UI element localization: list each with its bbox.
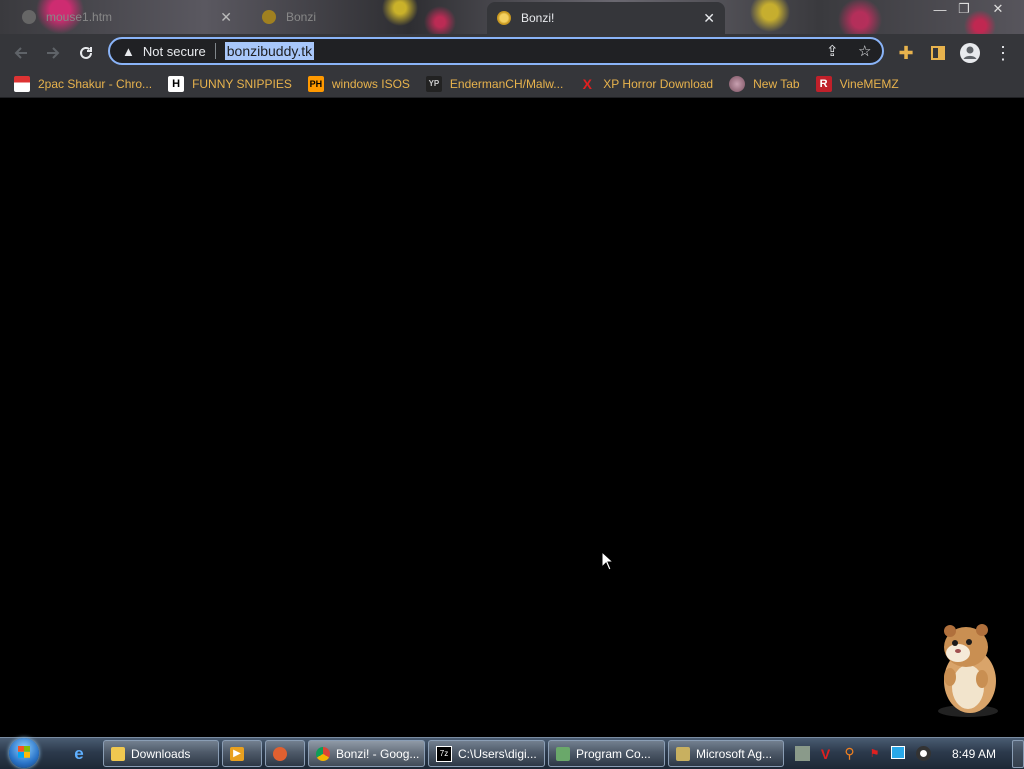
browser-toolbar: ▲ Not secure bonzibuddy.tk ⇪ ☆ ✚ ⋮ bbox=[0, 34, 1024, 70]
task-app[interactable] bbox=[265, 740, 305, 767]
reload-icon bbox=[80, 46, 92, 59]
bookmarks-bar: 2pac Shakur - Chro... H FUNNY SNIPPIES P… bbox=[0, 70, 1024, 98]
internet-explorer-icon[interactable]: e bbox=[70, 744, 88, 763]
bookmark-vinememz[interactable]: R VineMEMZ bbox=[815, 75, 899, 92]
avatar-icon bbox=[960, 43, 980, 63]
volume-icon[interactable] bbox=[916, 746, 931, 761]
task-downloads[interactable]: Downloads bbox=[103, 740, 219, 767]
media-player-icon: ▶ bbox=[230, 746, 244, 761]
task-label: Program Co... bbox=[576, 746, 651, 761]
tab-title: mouse1.htm bbox=[46, 10, 113, 24]
url-text[interactable]: bonzibuddy.tk bbox=[224, 42, 315, 60]
show-desktop-button[interactable] bbox=[1012, 740, 1024, 768]
folder-icon bbox=[111, 746, 125, 761]
arrow-left-icon bbox=[14, 47, 27, 59]
chrome-icon bbox=[316, 746, 330, 761]
bookmark-label: 2pac Shakur - Chro... bbox=[38, 76, 153, 91]
side-panel-button[interactable] bbox=[925, 40, 951, 66]
profile-button[interactable] bbox=[957, 40, 983, 66]
task-media-player[interactable]: ▶ bbox=[222, 740, 262, 767]
bookmark-label: EndermanCH/Malw... bbox=[449, 76, 564, 91]
tab-mouse1[interactable]: mouse1.htm ✕ bbox=[12, 3, 242, 31]
tab-close-icon[interactable]: ✕ bbox=[220, 9, 232, 26]
security-status[interactable]: Not secure bbox=[143, 44, 206, 59]
bonzi-favicon-icon bbox=[262, 10, 276, 24]
browser-titlebar: mouse1.htm ✕ Bonzi Bonzi! ✕ — ❐ ✕ bbox=[0, 0, 1024, 34]
bookmark-2pac-icon bbox=[14, 75, 30, 92]
taskbar: e Downloads ▶ Bonzi! - Goog... 7z C:\Use… bbox=[0, 737, 1024, 769]
task-label: Bonzi! - Goog... bbox=[336, 746, 420, 761]
bookmark-2pac[interactable]: 2pac Shakur - Chro... bbox=[14, 75, 153, 92]
windows-logo-icon bbox=[18, 746, 30, 758]
agent-icon bbox=[676, 746, 690, 761]
star-icon[interactable]: ☆ bbox=[858, 42, 871, 60]
app-icon bbox=[273, 746, 287, 761]
tab-title: Bonzi bbox=[286, 10, 317, 24]
control-panel-icon bbox=[556, 746, 570, 761]
flag-icon[interactable]: ⚑ bbox=[867, 746, 882, 761]
task-chrome[interactable]: Bonzi! - Goog... bbox=[308, 740, 425, 767]
bookmark-h-icon: H bbox=[168, 75, 185, 92]
bookmark-xp-horror[interactable]: X XP Horror Download bbox=[579, 75, 714, 92]
bookmark-funny-snippies[interactable]: H FUNNY SNIPPIES bbox=[168, 75, 292, 92]
task-label: C:\Users\digi... bbox=[458, 746, 537, 761]
task-label: Microsoft Ag... bbox=[696, 746, 773, 761]
clock[interactable]: 8:49 AM bbox=[952, 747, 996, 761]
bookmark-new-tab[interactable]: New Tab bbox=[729, 75, 800, 92]
globe-icon bbox=[22, 10, 36, 24]
bookmark-label: VineMEMZ bbox=[839, 76, 899, 91]
kebab-menu-icon: ⋮ bbox=[994, 42, 1012, 63]
tab-title: Bonzi! bbox=[521, 11, 555, 25]
share-icon[interactable]: ⇪ bbox=[826, 42, 839, 60]
tab-bonzi[interactable]: Bonzi bbox=[252, 3, 482, 31]
bookmark-label: XP Horror Download bbox=[603, 76, 714, 91]
tray-search-icon[interactable]: ⚲ bbox=[842, 745, 857, 761]
task-program-compatibility[interactable]: Program Co... bbox=[548, 740, 665, 767]
page-content[interactable] bbox=[0, 99, 1024, 737]
tab-close-icon[interactable]: ✕ bbox=[703, 10, 715, 27]
bookmark-ph-icon: PH bbox=[307, 75, 324, 92]
tab-bonzi-active[interactable]: Bonzi! ✕ bbox=[487, 2, 725, 34]
bookmark-label: windows ISOS bbox=[331, 76, 410, 91]
reload-button[interactable] bbox=[73, 40, 99, 66]
task-7zip[interactable]: 7z C:\Users\digi... bbox=[428, 740, 545, 767]
warning-icon[interactable]: ▲ bbox=[122, 44, 135, 59]
close-window-button[interactable]: ✕ bbox=[986, 0, 1010, 18]
bookmark-endermanch[interactable]: YP EndermanCH/Malw... bbox=[425, 75, 564, 92]
bookmark-globe-icon bbox=[729, 75, 746, 92]
puzzle-icon: ✚ bbox=[898, 42, 914, 63]
side-panel-icon bbox=[931, 46, 945, 60]
task-label: Downloads bbox=[131, 746, 191, 761]
bookmark-label: New Tab bbox=[753, 76, 800, 91]
forward-button[interactable] bbox=[40, 40, 66, 66]
address-bar[interactable]: ▲ Not secure bonzibuddy.tk ⇪ ☆ bbox=[108, 37, 884, 65]
mouse-cursor-icon bbox=[601, 551, 615, 571]
bookmark-r-icon: R bbox=[815, 75, 832, 92]
start-button[interactable] bbox=[9, 738, 39, 768]
bookmark-label: FUNNY SNIPPIES bbox=[192, 76, 292, 91]
network-icon[interactable] bbox=[891, 746, 905, 759]
menu-button[interactable]: ⋮ bbox=[990, 40, 1016, 66]
minimize-button[interactable]: — bbox=[928, 0, 952, 18]
7zip-icon: 7z bbox=[436, 745, 452, 762]
extensions-button[interactable]: ✚ bbox=[893, 40, 919, 66]
arrow-right-icon bbox=[47, 47, 60, 59]
back-button[interactable] bbox=[8, 40, 34, 66]
omnibox-divider bbox=[214, 43, 216, 59]
tray-app-icon[interactable] bbox=[795, 746, 810, 761]
tray-v-icon[interactable]: V bbox=[818, 746, 833, 762]
hamster-agent-icon[interactable] bbox=[920, 615, 1010, 720]
restore-button[interactable]: ❐ bbox=[952, 0, 976, 18]
bonzi-favicon-icon bbox=[497, 11, 511, 25]
task-microsoft-agent[interactable]: Microsoft Ag... bbox=[668, 740, 784, 767]
bookmark-windows-isos[interactable]: PH windows ISOS bbox=[307, 75, 410, 92]
bookmark-x-icon: X bbox=[582, 75, 592, 92]
bookmark-yp-icon: YP bbox=[425, 75, 442, 92]
